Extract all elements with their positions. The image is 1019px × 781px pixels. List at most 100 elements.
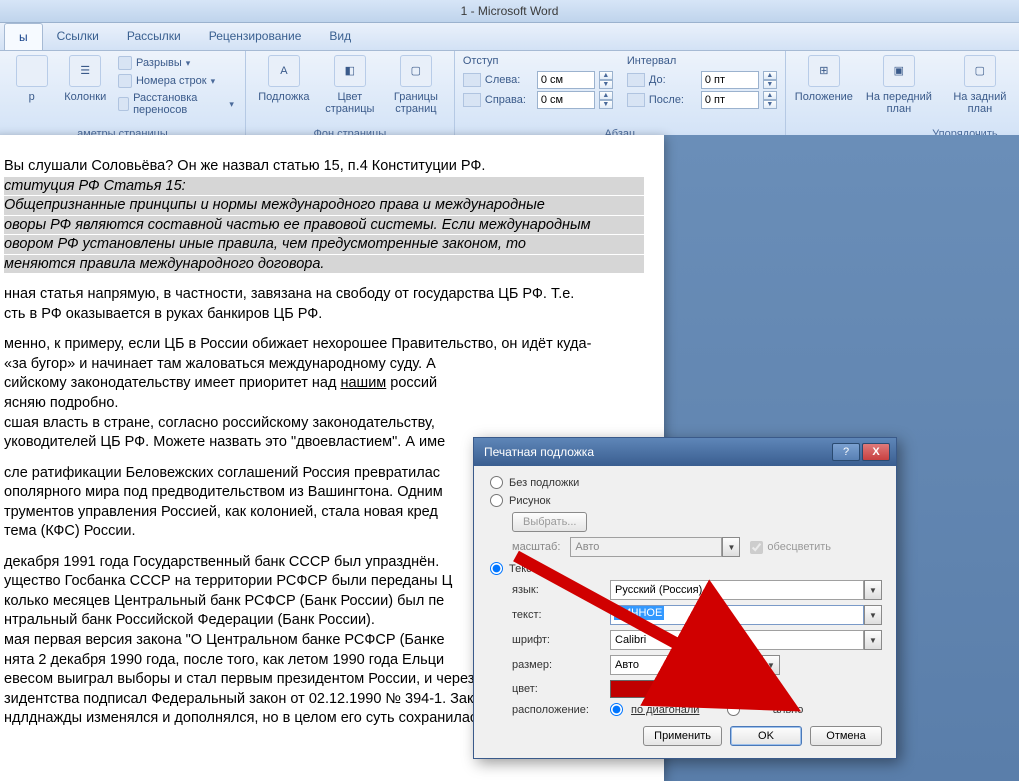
position-icon: ⊞	[808, 55, 840, 87]
spacing-col: Интервал До:▲▼ После:▲▼	[627, 55, 777, 126]
indent-left-icon	[463, 73, 481, 87]
chevron-down-icon[interactable]: ▼	[864, 580, 882, 600]
help-button[interactable]: ?	[832, 443, 860, 461]
btn-line-numbers[interactable]: Номера строк▾	[115, 73, 237, 89]
ok-button[interactable]: OK	[730, 726, 802, 746]
group-page-background: AПодложка ◧Цвет страницы ▢Границы страни…	[246, 51, 455, 144]
color-row: цвет: ▼ полупрозрачный	[512, 680, 882, 698]
tab-review[interactable]: Рецензирование	[195, 23, 316, 50]
btn-page-borders[interactable]: ▢Границы страниц	[386, 55, 446, 126]
radio-picture[interactable]: Рисунок	[490, 494, 882, 507]
tab-active[interactable]: ы	[4, 23, 43, 50]
font-row: шрифт:▼	[512, 630, 882, 650]
choose-button: Выбрать...	[512, 512, 587, 532]
spinner[interactable]: ▲▼	[599, 91, 613, 109]
font-combo[interactable]: ▼	[610, 630, 882, 650]
doc-line: Вы слушали Соловьёва? Он же назвал стать…	[4, 157, 644, 176]
radio-none[interactable]: Без подложки	[490, 476, 882, 489]
lang-input[interactable]	[610, 580, 864, 600]
scale-combo: ▼	[570, 537, 740, 557]
cancel-button[interactable]: Отмена	[810, 726, 882, 746]
semi-check[interactable]: полупрозрачный	[681, 683, 783, 696]
btn-position[interactable]: ⊞Положение	[794, 55, 854, 126]
color-swatch[interactable]	[610, 680, 656, 698]
size-row: размер:▼	[512, 655, 882, 675]
doc-line: сийскому законодательству имеет приорите…	[4, 374, 644, 393]
btn-send-back[interactable]: ▢На задний план	[944, 55, 1016, 126]
spacing-before-row: До:▲▼	[627, 71, 777, 89]
spacing-before-input[interactable]	[701, 71, 759, 89]
text-combo[interactable]: ЛИЧНОЕ▼	[610, 605, 882, 625]
doc-line: сть в РФ оказывается в руках банкиров ЦБ…	[4, 305, 644, 324]
tab-links[interactable]: Ссылки	[43, 23, 113, 50]
ribbon-tabs: ы Ссылки Рассылки Рецензирование Вид	[0, 23, 1019, 51]
dialog-body: Без подложки Рисунок Выбрать... масштаб:…	[474, 466, 896, 758]
chevron-down-icon[interactable]: ▼	[656, 680, 667, 698]
doc-line: нная статья напрямую, в частности, завяз…	[4, 285, 644, 304]
layout-row: расположение: по диагонали ально	[512, 703, 882, 716]
title-bar: 1 - Microsoft Word	[0, 0, 1019, 23]
indent-right-icon	[463, 93, 481, 107]
btn-hyphenation[interactable]: Расстановка переносов▾	[115, 91, 237, 117]
radio-horizontal[interactable]	[727, 703, 740, 716]
chevron-down-icon[interactable]: ▼	[864, 630, 882, 650]
dialog-titlebar[interactable]: Печатная подложка ? X	[474, 438, 896, 466]
btn-breaks[interactable]: Разрывы▾	[115, 55, 237, 71]
doc-line: овором РФ установлены иные правила, чем …	[4, 235, 644, 254]
dialog-title: Печатная подложка	[484, 445, 594, 459]
chevron-down-icon[interactable]: ▼	[864, 605, 882, 625]
group-page-setup: р ☰Колонки Разрывы▾ Номера строк▾ Расста…	[0, 51, 246, 144]
doc-line: «за бугор» и начинает там жаловаться меж…	[4, 355, 644, 374]
apply-button[interactable]: Применить	[643, 726, 722, 746]
spinner[interactable]: ▲▼	[763, 91, 777, 109]
spacing-before-icon	[627, 73, 645, 87]
radio-diagonal[interactable]	[610, 703, 623, 716]
tab-view[interactable]: Вид	[315, 23, 365, 50]
indent-right-input[interactable]	[537, 91, 595, 109]
scale-row: масштаб: ▼ обесцветить	[512, 537, 882, 557]
font-input[interactable]	[610, 630, 864, 650]
horiz-label: ально	[748, 704, 803, 716]
window-title: 1 - Microsoft Word	[461, 4, 559, 18]
dialog-buttons: Применить OK Отмена	[490, 726, 882, 746]
lang-row: язык:▼	[512, 580, 882, 600]
spacing-after-input[interactable]	[701, 91, 759, 109]
group-arrange: ⊞Положение ▣На передний план ▢На задний …	[786, 51, 1019, 144]
borders-icon: ▢	[400, 55, 432, 87]
breaks-icon	[118, 56, 132, 70]
columns-icon: ☰	[69, 55, 101, 87]
doc-line: ституция РФ Статья 15:	[4, 177, 644, 196]
chevron-down-icon: ▾	[229, 99, 234, 110]
watermark-icon: A	[268, 55, 300, 87]
lines-icon	[118, 74, 132, 88]
btn-unknown[interactable]: р	[8, 55, 55, 126]
tab-mailings[interactable]: Рассылки	[113, 23, 195, 50]
doc-line: Общепризнанные принципы и нормы междунар…	[4, 196, 644, 215]
chevron-down-icon[interactable]: ▼	[762, 655, 780, 675]
doc-line: ясняю подробно.	[4, 394, 644, 413]
window-buttons: ? X	[832, 443, 890, 461]
size-combo[interactable]: ▼	[610, 655, 780, 675]
btn-page-color[interactable]: ◧Цвет страницы	[320, 55, 380, 126]
fade-check: обесцветить	[750, 541, 831, 554]
btn-bring-front[interactable]: ▣На передний план	[860, 55, 938, 126]
doc-line: менно, к примеру, если ЦБ в России обижа…	[4, 335, 644, 354]
radio-text[interactable]: Текст	[490, 562, 882, 575]
spinner[interactable]: ▲▼	[763, 71, 777, 89]
spinner[interactable]: ▲▼	[599, 71, 613, 89]
indent-left-input[interactable]	[537, 71, 595, 89]
chevron-down-icon: ▾	[186, 58, 191, 69]
btn-watermark[interactable]: AПодложка	[254, 55, 314, 126]
close-button[interactable]: X	[862, 443, 890, 461]
watermark-dialog: Печатная подложка ? X Без подложки Рисун…	[473, 437, 897, 759]
back-icon: ▢	[964, 55, 996, 87]
doc-line: сшая власть в стране, согласно российско…	[4, 414, 644, 433]
size-input[interactable]	[610, 655, 762, 675]
doc-line: оворы РФ являются составной частью ее пр…	[4, 216, 644, 235]
btn-columns[interactable]: ☰Колонки	[61, 55, 108, 126]
lang-combo[interactable]: ▼	[610, 580, 882, 600]
group-paragraph: Отступ Слева:▲▼ Справа:▲▼ Интервал До:▲▼…	[455, 51, 786, 144]
doc-icon	[16, 55, 48, 87]
chevron-down-icon: ▾	[211, 76, 216, 87]
chevron-down-icon: ▼	[722, 537, 740, 557]
